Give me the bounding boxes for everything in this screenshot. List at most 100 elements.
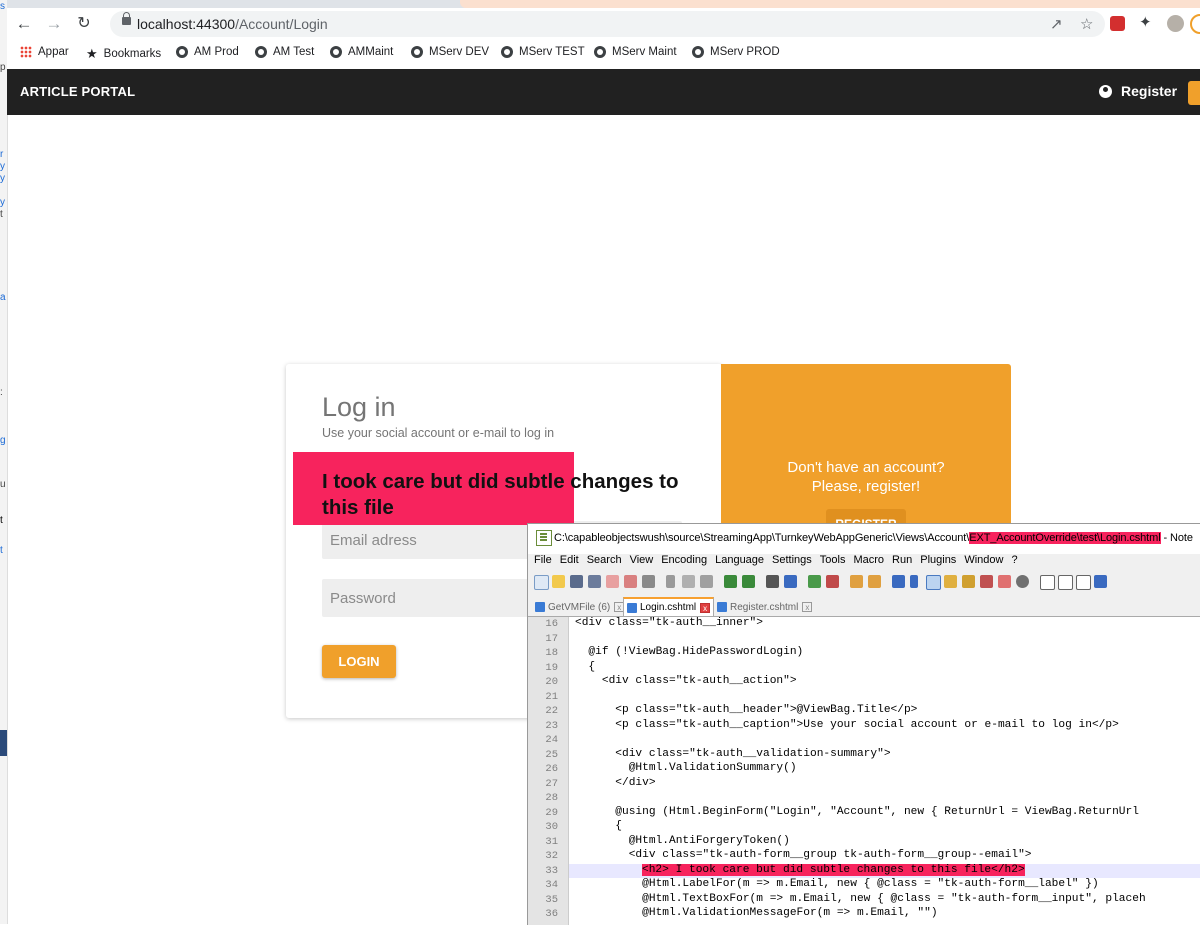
menu-search[interactable]: Search: [587, 554, 622, 570]
tab-register-cshtml[interactable]: Register.cshtml x: [714, 599, 815, 615]
code-line[interactable]: @if (!ViewBag.HidePasswordLogin): [575, 646, 803, 658]
sync-vertical-icon[interactable]: [850, 575, 863, 588]
code-line[interactable]: <p class="tk-auth__caption">Use your soc…: [575, 719, 1119, 731]
file-icon: [627, 602, 637, 613]
bookmark-mserv-prod[interactable]: MServ PROD: [692, 46, 780, 58]
menu-window[interactable]: Window: [964, 554, 1003, 570]
menu-plugins[interactable]: Plugins: [920, 554, 956, 570]
bookmark-appar[interactable]: Appar: [20, 46, 69, 58]
code-line[interactable]: <div class="tk-auth__inner">: [575, 617, 763, 629]
show-all-chars-icon[interactable]: [910, 575, 918, 588]
indent-guide-icon[interactable]: [926, 575, 941, 590]
code-line[interactable]: <div class="tk-auth__validation-summary"…: [575, 748, 890, 760]
menu-tools[interactable]: Tools: [820, 554, 846, 570]
save-icon[interactable]: [570, 575, 583, 588]
reload-icon[interactable]: ↻: [73, 14, 95, 34]
nav-login-button[interactable]: [1188, 81, 1200, 105]
share-icon[interactable]: ↗: [1050, 15, 1063, 33]
code-line[interactable]: @Html.ValidationMessageFor(m => m.Email,…: [575, 907, 937, 919]
code-line[interactable]: @Html.LabelFor(m => m.Email, new { @clas…: [575, 878, 1099, 890]
close-tab-icon[interactable]: x: [802, 602, 813, 612]
menu-language[interactable]: Language: [715, 554, 764, 570]
code-line[interactable]: @Html.TextBoxFor(m => m.Email, new { @cl…: [575, 893, 1146, 905]
bookmark-am-prod[interactable]: AM Prod: [176, 46, 239, 58]
menu-file[interactable]: File: [534, 554, 552, 570]
close-tab-icon[interactable]: x: [700, 602, 711, 613]
copy-icon[interactable]: [682, 575, 695, 588]
code-line[interactable]: <p class="tk-auth__header">@ViewBag.Titl…: [575, 704, 917, 716]
close-file-icon[interactable]: [606, 575, 619, 588]
close-all-icon[interactable]: [624, 575, 637, 588]
monitor-icon[interactable]: [1016, 575, 1029, 588]
code-line[interactable]: {: [575, 820, 622, 832]
omnibox[interactable]: localhost:44300/Account/Login ↗ ☆: [110, 11, 1105, 37]
forward-arrow-icon[interactable]: →: [43, 14, 65, 34]
browser-tab[interactable]: [460, 0, 1200, 8]
brand-logo[interactable]: ARTICLE PORTAL: [20, 84, 135, 99]
globe-icon: [176, 46, 188, 58]
code-line[interactable]: <div class="tk-auth__action">: [575, 675, 797, 687]
code-line[interactable]: @Html.ValidationSummary(): [575, 762, 797, 774]
zoom-in-icon[interactable]: [808, 575, 821, 588]
replace-icon[interactable]: [784, 575, 797, 588]
menu-view[interactable]: View: [630, 554, 654, 570]
code-area[interactable]: <div class="tk-auth__inner"> @if (!ViewB…: [569, 617, 1200, 925]
back-arrow-icon[interactable]: ←: [13, 14, 35, 34]
extension-red-icon[interactable]: [1110, 16, 1125, 31]
nav-register-link[interactable]: Register: [1099, 83, 1177, 99]
line-number: 17: [545, 632, 558, 645]
find-icon[interactable]: [766, 575, 779, 588]
folder-workspace-icon[interactable]: [998, 575, 1011, 588]
bookmark-am-test[interactable]: AM Test: [255, 46, 314, 58]
code-line[interactable]: <h2> I took care but did subtle changes …: [642, 863, 1025, 876]
function-list-icon[interactable]: [980, 575, 993, 588]
bookmark-mserv-test[interactable]: MServ TEST: [501, 46, 585, 58]
redo-icon[interactable]: [742, 575, 755, 588]
lock-icon[interactable]: [122, 12, 131, 25]
word-wrap-icon[interactable]: [892, 575, 905, 588]
login-button[interactable]: LOGIN: [322, 645, 396, 678]
url-text[interactable]: localhost:44300/Account/Login: [137, 16, 328, 32]
globe-icon: [501, 46, 513, 58]
stop-macro-icon[interactable]: [1058, 575, 1073, 590]
play-macro-icon[interactable]: [1076, 575, 1091, 590]
paste-icon[interactable]: [700, 575, 713, 588]
code-line[interactable]: {: [575, 661, 595, 673]
update-badge-icon[interactable]: [1190, 14, 1200, 34]
code-line[interactable]: <div class="tk-auth-form__group tk-auth-…: [575, 849, 1032, 861]
star-icon: ★: [86, 46, 98, 61]
menu-settings[interactable]: Settings: [772, 554, 812, 570]
bookmark-mserv-maint[interactable]: MServ Maint: [594, 46, 677, 58]
code-line[interactable]: </div>: [575, 777, 655, 789]
menu-edit[interactable]: Edit: [560, 554, 579, 570]
editor-title-bar[interactable]: C:\capableobjectswush\source\StreamingAp…: [528, 524, 1200, 554]
puzzle-extensions-icon[interactable]: ✦: [1139, 13, 1154, 31]
open-file-icon[interactable]: [552, 575, 565, 588]
line-number: 33: [545, 864, 558, 877]
code-editor[interactable]: 16 17 18 19 20 21 22 23 24 25 26 27 28 29 30 31 32 33 34 35…: [528, 617, 1200, 925]
doc-map-icon[interactable]: [962, 575, 975, 588]
bookmark-star-icon[interactable]: ☆: [1080, 15, 1093, 33]
profile-avatar-icon[interactable]: [1167, 15, 1184, 32]
udl-icon[interactable]: [944, 575, 957, 588]
cut-icon[interactable]: [666, 575, 675, 588]
bookmark-mserv-dev[interactable]: MServ DEV: [411, 46, 489, 58]
zoom-out-icon[interactable]: [826, 575, 839, 588]
tab-getvmfile[interactable]: GetVMFile (6) x: [532, 599, 627, 615]
menu-macro[interactable]: Macro: [853, 554, 884, 570]
bookmark-ammaint[interactable]: AMMaint: [330, 46, 393, 58]
code-line[interactable]: @using (Html.BeginForm("Login", "Account…: [575, 806, 1139, 818]
run-macro-multiple-icon[interactable]: [1094, 575, 1107, 588]
sync-horizontal-icon[interactable]: [868, 575, 881, 588]
print-icon[interactable]: [642, 575, 655, 588]
menu-encoding[interactable]: Encoding: [661, 554, 707, 570]
save-all-icon[interactable]: [588, 575, 601, 588]
new-file-icon[interactable]: [534, 575, 549, 590]
menu-help[interactable]: ?: [1011, 554, 1017, 570]
menu-run[interactable]: Run: [892, 554, 912, 570]
record-macro-icon[interactable]: [1040, 575, 1055, 590]
code-line[interactable]: @Html.AntiForgeryToken(): [575, 835, 790, 847]
tab-login-cshtml[interactable]: Login.cshtml x: [623, 597, 715, 616]
undo-icon[interactable]: [724, 575, 737, 588]
bookmark-bookmarks[interactable]: ★ Bookmarks: [86, 46, 161, 62]
